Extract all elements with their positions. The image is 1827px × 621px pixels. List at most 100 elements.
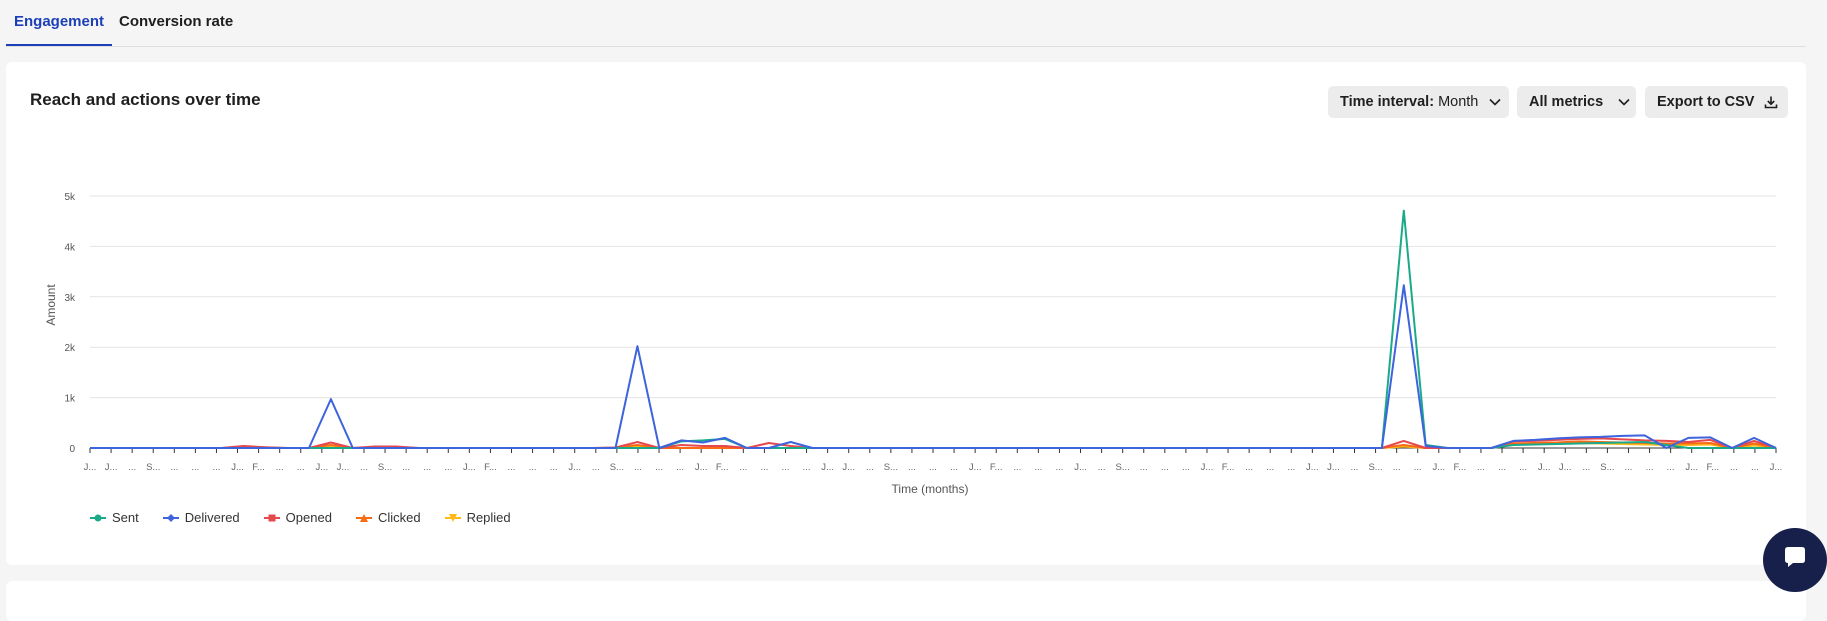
- x-tick-label: ...: [908, 462, 916, 473]
- x-tick-label: ...: [1161, 462, 1169, 473]
- x-tick-label: J...: [1074, 462, 1087, 473]
- x-tick-label: ...: [212, 462, 220, 473]
- x-tick-label: F...: [484, 462, 497, 473]
- x-tick-label: J...: [821, 462, 834, 473]
- x-tick-label: ...: [1477, 462, 1485, 473]
- x-tick-label: ...: [1140, 462, 1148, 473]
- legend-label: Clicked: [377, 510, 421, 525]
- x-tick-label: ...: [803, 462, 811, 473]
- x-tick-label: J...: [1685, 462, 1698, 473]
- x-tick-label: J...: [1432, 462, 1445, 473]
- x-tick-label: J...: [1559, 462, 1572, 473]
- x-tick-label: S...: [1116, 462, 1130, 473]
- x-tick-label: S...: [1368, 462, 1382, 473]
- x-tick-label: ...: [1667, 462, 1675, 473]
- x-tick-label: ...: [929, 462, 937, 473]
- chat-icon: [1780, 543, 1810, 578]
- x-tick-label: ...: [655, 462, 663, 473]
- x-tick-label: F...: [1454, 462, 1467, 473]
- x-tick-label: ...: [1498, 462, 1506, 473]
- line-chart: 0 1k 2k 3k 4k 5k J... J...... S............ J...…: [44, 192, 1783, 496]
- x-tick-label: ...: [508, 462, 516, 473]
- x-tick-label: ...: [402, 462, 410, 473]
- x-tick-label: J...: [1201, 462, 1214, 473]
- next-card: [6, 581, 1806, 621]
- x-tick-label: F...: [990, 462, 1003, 473]
- x-tick-label: S...: [884, 462, 898, 473]
- y-tick-label: 5k: [64, 192, 76, 203]
- tab-engagement[interactable]: Engagement: [6, 0, 113, 46]
- x-tick-label: S...: [146, 462, 160, 473]
- legend-item-clicked[interactable]: Clicked: [355, 510, 421, 525]
- x-tick-label: ...: [170, 462, 178, 473]
- x-tick-label: ...: [1034, 462, 1042, 473]
- x-tick-label: J...: [1306, 462, 1319, 473]
- legend-marker-triangle-down-icon: [444, 513, 461, 522]
- tab-conversion-rate[interactable]: Conversion rate: [111, 0, 241, 44]
- x-tick-label: J...: [568, 462, 581, 473]
- chart-legend: Sent Delivered Opened Clicked Replied: [90, 510, 511, 525]
- legend-item-delivered[interactable]: Delivered: [162, 510, 240, 525]
- x-tick-label: ...: [782, 462, 790, 473]
- x-tick-label: J...: [84, 462, 97, 473]
- x-tick-label: ...: [1351, 462, 1359, 473]
- legend-label: Replied: [466, 510, 511, 525]
- x-tick-label: ...: [444, 462, 452, 473]
- x-tick-label: ...: [760, 462, 768, 473]
- x-tick-label: ...: [1730, 462, 1738, 473]
- x-tick-label: ...: [1582, 462, 1590, 473]
- x-tick-label: ...: [1055, 462, 1063, 473]
- x-tick-label: ...: [1519, 462, 1527, 473]
- x-tick-label: ...: [1393, 462, 1401, 473]
- x-tick-label: J...: [842, 462, 855, 473]
- x-tick-label: S...: [610, 462, 624, 473]
- legend-marker-triangle-icon: [355, 513, 372, 522]
- x-tick-label: ...: [1287, 462, 1295, 473]
- x-tick-label: F...: [716, 462, 729, 473]
- y-axis-label: Amount: [44, 284, 58, 326]
- engagement-card: Reach and actions over time Time interva…: [6, 62, 1806, 565]
- x-tick-label: ...: [1266, 462, 1274, 473]
- x-tick-label: ...: [592, 462, 600, 473]
- x-tick-label: ...: [739, 462, 747, 473]
- x-tick-label: ...: [276, 462, 284, 473]
- legend-label: Opened: [285, 510, 332, 525]
- x-tick-label: J...: [337, 462, 350, 473]
- x-axis-label: Time (months): [892, 482, 969, 496]
- x-tick-label: J...: [969, 462, 982, 473]
- x-tick-label: J...: [463, 462, 476, 473]
- x-tick-label: F...: [1222, 462, 1235, 473]
- series-line-delivered: [90, 284, 1777, 449]
- legend-item-sent[interactable]: Sent: [90, 510, 139, 525]
- legend-marker-square-icon: [263, 514, 280, 521]
- legend-marker-circle-icon: [90, 514, 106, 521]
- x-tick-label: S...: [1600, 462, 1614, 473]
- legend-item-replied[interactable]: Replied: [444, 510, 511, 525]
- x-tick-label: ...: [1751, 462, 1759, 473]
- x-tick-label: ...: [1414, 462, 1422, 473]
- x-tick-label: J...: [1327, 462, 1340, 473]
- x-tick-label: ...: [1182, 462, 1190, 473]
- x-tick-label: ...: [529, 462, 537, 473]
- x-tick-label: ...: [676, 462, 684, 473]
- x-tick-label: ...: [297, 462, 305, 473]
- x-tick-label: J...: [695, 462, 708, 473]
- x-tick-label: J...: [1770, 462, 1783, 473]
- x-tick-label: F...: [1706, 462, 1719, 473]
- legend-item-opened[interactable]: Opened: [263, 510, 332, 525]
- x-tick-label: S...: [378, 462, 392, 473]
- x-tick-label: J...: [315, 462, 328, 473]
- x-tick-label: F...: [252, 462, 265, 473]
- y-tick-label: 2k: [64, 343, 76, 354]
- y-tick-label: 3k: [64, 293, 76, 304]
- x-tick-label: ...: [191, 462, 199, 473]
- y-tick-label: 1k: [64, 394, 76, 405]
- y-tick-label: 0: [69, 444, 75, 455]
- chat-button[interactable]: [1763, 528, 1827, 592]
- x-tick-label: ...: [866, 462, 874, 473]
- x-tick-label: ...: [1625, 462, 1633, 473]
- x-tick-label: ...: [1013, 462, 1021, 473]
- legend-marker-diamond-icon: [162, 513, 179, 522]
- x-tick-label: J...: [231, 462, 244, 473]
- x-tick-label: ...: [950, 462, 958, 473]
